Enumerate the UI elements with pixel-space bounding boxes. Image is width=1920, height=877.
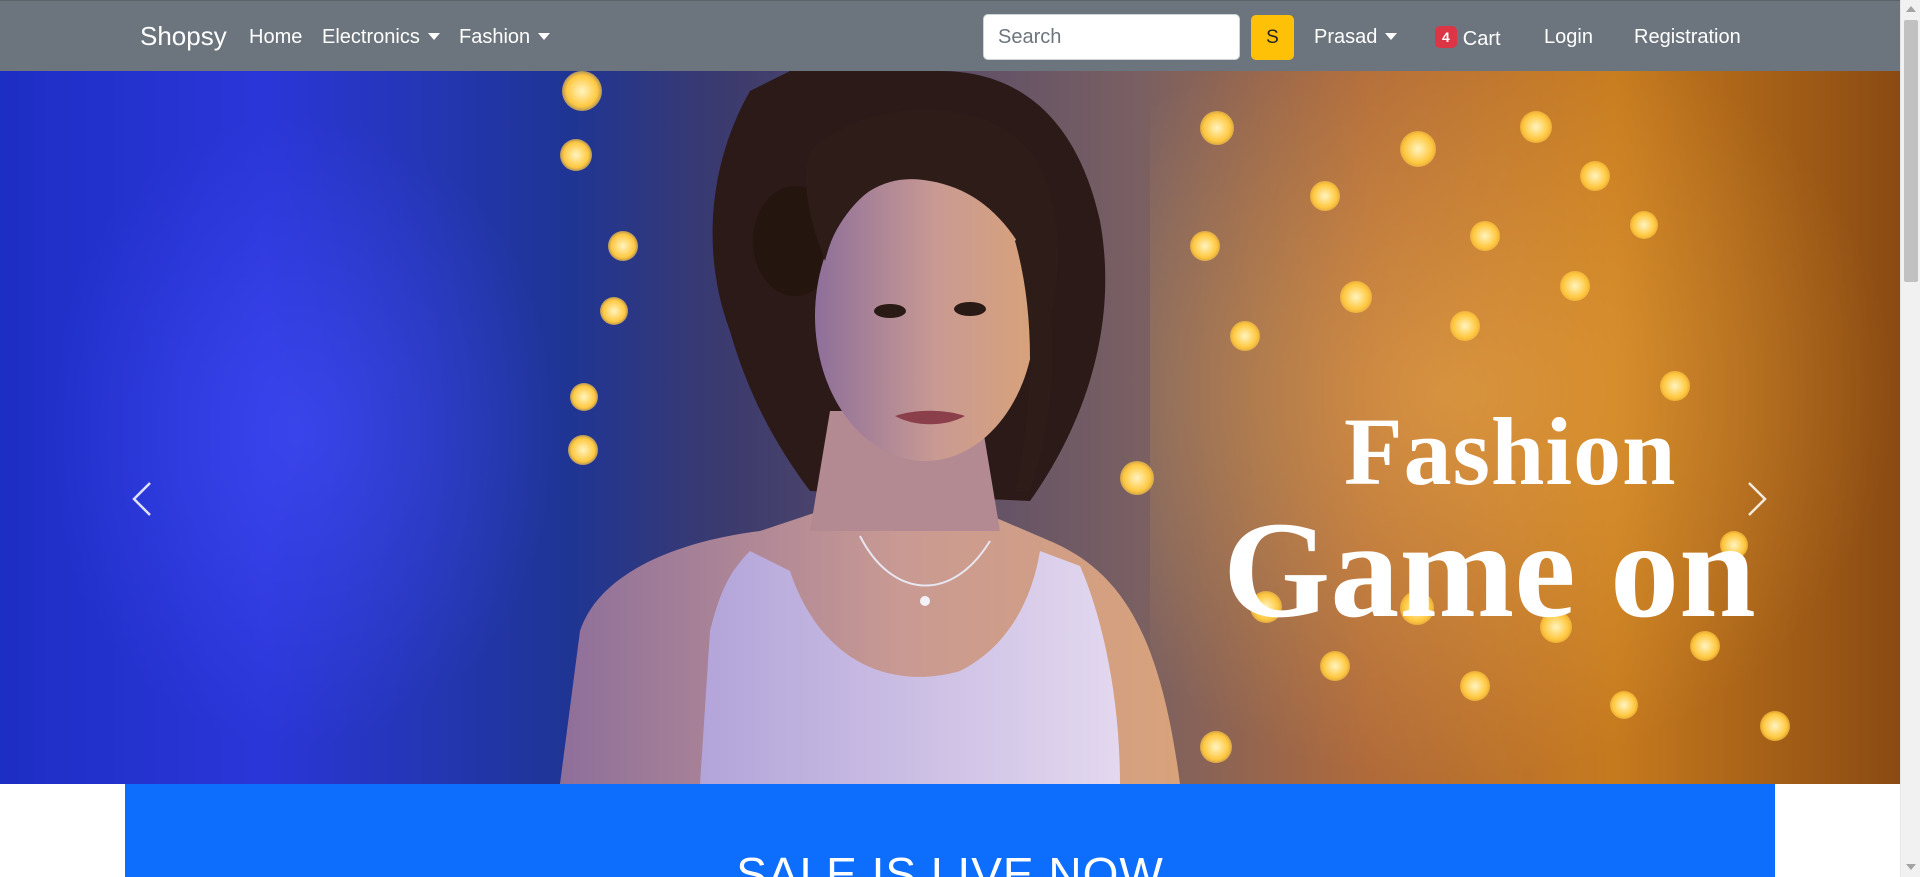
bokeh-light [1560,271,1590,301]
hero-background-glow [40,111,560,751]
carousel-prev-button[interactable] [122,479,162,519]
page-scrollbar[interactable] [1900,0,1920,877]
bokeh-light [1450,311,1480,341]
sale-banner: SALE IS LIVE NOW [125,784,1775,877]
bokeh-light [1630,211,1658,239]
bokeh-light [1310,181,1340,211]
scrollbar-thumb[interactable] [1904,20,1918,282]
chevron-left-icon [132,482,151,516]
caret-down-icon [1385,33,1398,40]
search-button[interactable]: S [1251,15,1294,60]
bokeh-light [1580,161,1610,191]
login-link[interactable]: Login [1544,26,1593,49]
bokeh-light [1320,651,1350,681]
nav-fashion-label: Fashion [459,26,531,48]
bokeh-light [1520,111,1552,143]
scroll-up-arrow-icon[interactable] [1906,6,1916,12]
search-input[interactable] [983,14,1240,60]
registration-link[interactable]: Registration [1634,26,1741,49]
bokeh-light [1230,321,1260,351]
nav-electronics-label: Electronics [322,26,420,48]
sale-banner-text: SALE IS LIVE NOW [736,848,1164,877]
hero-model-image [560,71,1180,784]
scroll-down-arrow-icon[interactable] [1906,864,1916,870]
nav-fashion-dropdown[interactable]: Fashion [459,26,551,49]
hero-caption-title: Fashion [1344,398,1677,505]
hero-caption-subtitle: Game on [1223,493,1756,646]
bokeh-light [1200,111,1234,145]
bokeh-light [1470,221,1500,251]
caret-down-icon [427,33,440,40]
brand-logo[interactable]: Shopsy [140,21,227,52]
hero-carousel: Fashion Game on [0,71,1900,784]
nav-home[interactable]: Home [249,26,302,49]
cart-label: Cart [1462,28,1501,50]
bokeh-light [1460,671,1490,701]
cart-link[interactable]: 4 Cart [1435,26,1501,51]
carousel-next-button[interactable] [1737,479,1777,519]
nav-electronics-dropdown[interactable]: Electronics [322,26,440,49]
cart-count-badge: 4 [1435,26,1457,48]
bokeh-light [1760,711,1790,741]
navbar: Shopsy Home Electronics Fashion S Prasad… [0,0,1900,71]
bokeh-light [1340,281,1372,313]
bokeh-light [1200,731,1232,763]
bokeh-light [1400,131,1436,167]
chevron-right-icon [1748,482,1767,516]
user-menu-dropdown[interactable]: Prasad [1314,26,1398,49]
user-menu-label: Prasad [1314,26,1378,48]
bokeh-light [1610,691,1638,719]
caret-down-icon [538,33,551,40]
